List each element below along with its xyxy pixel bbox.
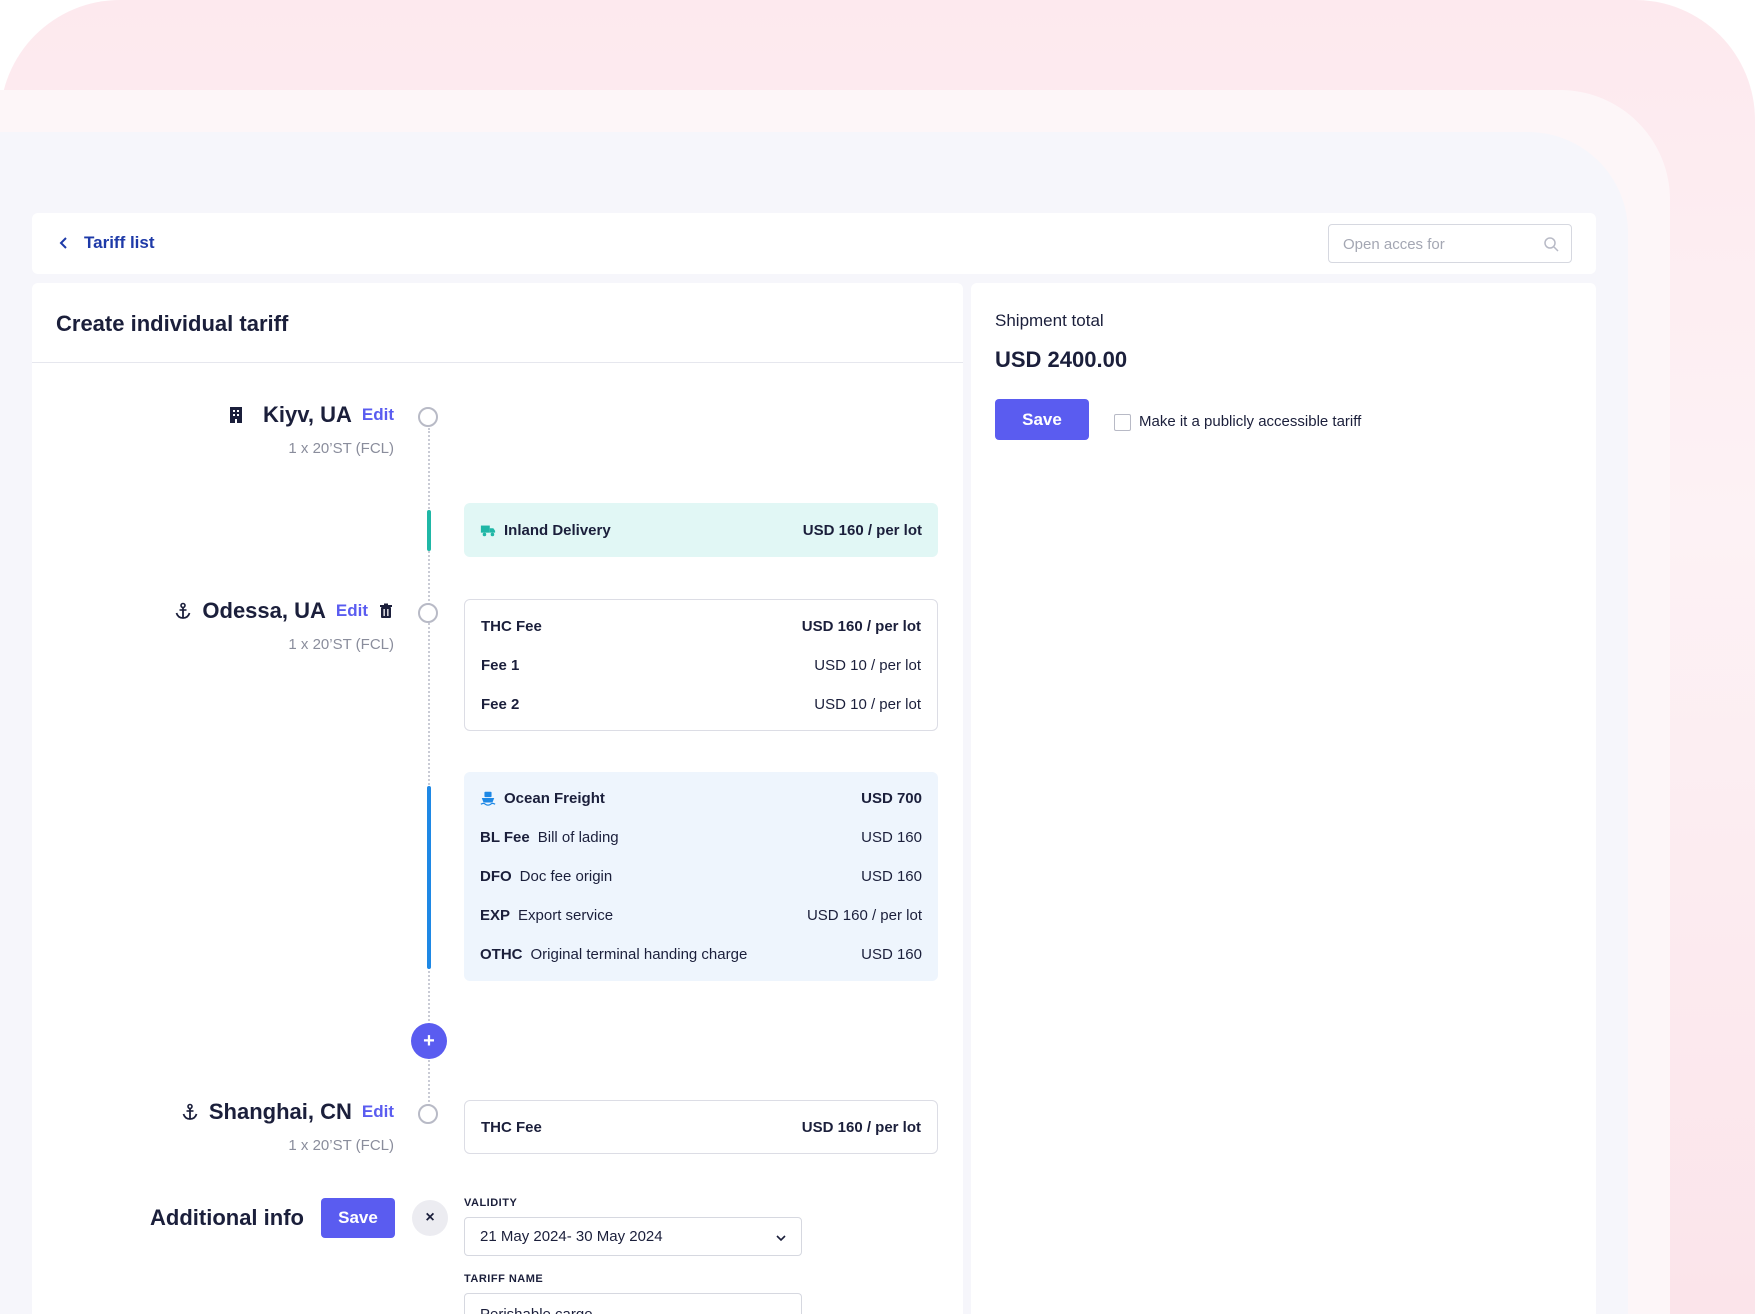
fee-description: Original terminal handing charge [530,945,748,963]
fee-price: USD 10 / per lot [814,656,921,674]
route-node [418,407,438,427]
anchor-icon [182,1103,198,1120]
edit-location-button[interactable]: Edit [362,1102,394,1122]
fee-row: THC Fee USD 160 / per lot [481,1116,921,1138]
inland-delivery-label: Inland Delivery [504,521,611,539]
edit-location-button[interactable]: Edit [362,405,394,425]
inland-delivery-card[interactable]: Inland Delivery USD 160 / per lot [464,503,938,557]
tariff-name-label: TARIFF NAME [464,1273,544,1285]
ocean-fee-row: DFO Doc fee origin USD 160 [480,865,922,887]
fee-price: USD 160 / per lot [801,617,921,635]
location-name: Shanghai, CN [208,1099,352,1124]
close-icon[interactable]: × [412,1200,448,1236]
edit-location-button[interactable]: Edit [336,601,368,621]
fee-name: THC Fee [481,617,542,635]
route-node [418,1104,438,1124]
container-spec: 1 x 20’ST (FCL) [288,636,394,653]
ocean-fee-row: BL Fee Bill of lading USD 160 [480,826,922,848]
shipment-total-label: Shipment total [995,311,1104,330]
container-spec: 1 x 20’ST (FCL) [288,1137,394,1154]
fee-description: Bill of lading [537,828,619,846]
ship-icon [480,791,496,806]
fee-price: USD 160 [861,828,922,846]
add-segment-button[interactable]: + [411,1023,447,1059]
inland-segment-bar [427,510,431,551]
fee-name: THC Fee [481,1118,542,1136]
save-tariff-button[interactable]: Save [995,399,1089,440]
additional-info-title: Additional info [150,1205,304,1230]
fee-row: Fee 1 USD 10 / per lot [481,654,921,676]
ocean-freight-card[interactable]: Ocean Freight USD 700 BL Fee Bill of ladi… [464,772,938,981]
container-spec: 1 x 20’ST (FCL) [288,440,394,457]
back-link-label: Tariff list [84,233,155,252]
ocean-fee-row: EXP Export service USD 160 / per lot [480,904,922,926]
validity-select[interactable]: 21 May 2024- 30 May 2024 [464,1217,802,1256]
ocean-freight-label: Ocean Freight [504,789,605,807]
fee-name: Fee 1 [481,656,520,674]
fee-code: OTHC [480,945,523,963]
truck-icon [480,525,496,537]
validity-label: VALIDITY [464,1197,518,1209]
open-access-search[interactable] [1328,224,1572,263]
shanghai-fees-card[interactable]: THC Fee USD 160 / per lot [464,1100,938,1154]
page-title: Create individual tariff [56,311,289,336]
chevron-left-icon [59,237,67,249]
fee-code: EXP [480,906,511,924]
fee-price: USD 160 [861,945,922,963]
ocean-freight-total: USD 700 [861,789,922,807]
public-tariff-checkbox[interactable] [1114,414,1131,431]
fee-code: BL Fee [480,828,530,846]
chevron-down-icon [776,1235,786,1242]
fee-row: Fee 2 USD 10 / per lot [481,693,921,715]
inland-delivery-row: Inland Delivery USD 160 / per lot [480,519,922,541]
fee-price: USD 160 [861,867,922,885]
shipment-total-value: USD 2400.00 [995,347,1128,372]
fee-row: THC Fee USD 160 / per lot [481,615,921,637]
anchor-icon [176,602,191,619]
timeline-line [428,1060,430,1106]
ocean-fee-row: OTHC Original terminal handing charge USD… [480,943,922,965]
fee-price: USD 160 / per lot [801,1118,921,1136]
location-name: Kiyv, UA [263,402,352,427]
building-icon [230,407,243,423]
odessa-fees-card[interactable]: THC Fee USD 160 / per lot Fee 1 USD 10 /… [464,599,938,731]
fee-name: Fee 2 [481,695,520,713]
fee-description: Export service [518,906,614,924]
shipment-summary-panel: Shipment total USD 2400.00 Save Make it … [971,283,1596,1314]
trash-icon[interactable] [378,603,394,619]
public-tariff-label: Make it a publicly accessible tariff [1139,412,1362,430]
location-name: Odessa, UA [202,598,326,623]
location-shanghai: Shanghai, CN Edit [181,1099,394,1125]
back-to-tariff-list-link[interactable]: Tariff list [58,231,155,255]
fee-code: DFO [480,867,512,885]
location-odessa: Odessa, UA Edit [174,598,394,624]
fee-price: USD 10 / per lot [814,695,921,713]
tariff-name-field[interactable]: Perishable cargo [464,1293,802,1314]
tariff-name-value: Perishable cargo [480,1306,593,1314]
route-node [418,603,438,623]
additional-info-save-button[interactable]: Save [321,1198,395,1238]
public-tariff-toggle[interactable]: Make it a publicly accessible tariff [1114,411,1361,431]
open-access-input[interactable] [1343,233,1533,255]
inland-delivery-price: USD 160 / per lot [802,521,922,539]
ocean-freight-header: Ocean Freight USD 700 [480,787,922,809]
validity-value: 21 May 2024- 30 May 2024 [480,1228,663,1245]
ocean-segment-bar [427,786,431,969]
location-kiyv: Kiyv, UA Edit [227,402,394,428]
panel-divider [32,362,963,363]
fee-description: Doc fee origin [519,867,613,885]
search-icon[interactable] [1543,236,1559,252]
fee-price: USD 160 / per lot [806,906,922,924]
top-bar: Tariff list [32,213,1596,274]
